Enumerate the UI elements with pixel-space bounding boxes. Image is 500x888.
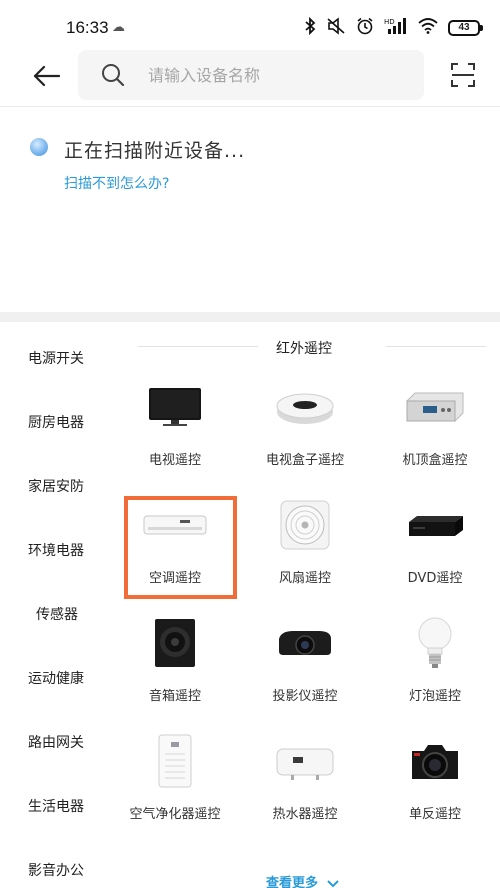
back-arrow-icon bbox=[33, 65, 60, 87]
sidebar-item-label: 环境电器 bbox=[28, 543, 84, 559]
see-more-label: 查看更多 bbox=[266, 876, 319, 888]
alarm-icon bbox=[356, 17, 374, 39]
sidebar-item-label: 家居安防 bbox=[28, 479, 84, 495]
section-line-right bbox=[386, 346, 486, 347]
sidebar-item-label: 传感器 bbox=[36, 607, 78, 623]
search-box[interactable] bbox=[78, 50, 424, 100]
bluetooth-icon bbox=[304, 16, 316, 39]
sidebar-item-sensor[interactable]: 传感器 bbox=[0, 592, 110, 632]
tv-box-icon bbox=[240, 372, 370, 442]
sidebar-item-power-switch[interactable]: 电源开关 bbox=[0, 336, 110, 376]
tv-icon bbox=[110, 372, 240, 442]
status-bar: 16:33 ☁ HD 43 bbox=[0, 0, 500, 56]
sidebar-item-label: 生活电器 bbox=[28, 799, 84, 815]
status-icons: HD 43 bbox=[304, 16, 483, 39]
light-bulb-icon bbox=[370, 608, 500, 678]
chevron-down-icon bbox=[326, 879, 339, 887]
section-line-left bbox=[138, 346, 258, 347]
sidebar-item-kitchen[interactable]: 厨房电器 bbox=[0, 400, 110, 440]
section-title: 红外遥控 bbox=[276, 341, 332, 357]
device-tile-tv-box[interactable]: 电视盒子遥控 bbox=[240, 372, 370, 490]
sidebar-item-router-gateway[interactable]: 路由网关 bbox=[0, 720, 110, 760]
device-label: 热水器遥控 bbox=[272, 807, 338, 822]
sidebar-item-environment[interactable]: 环境电器 bbox=[0, 528, 110, 568]
scan-help-link[interactable]: 扫描不到怎么办? bbox=[64, 173, 169, 193]
device-label: 音箱遥控 bbox=[148, 689, 201, 704]
wifi-icon bbox=[418, 18, 438, 38]
sidebar-item-home-security[interactable]: 家居安防 bbox=[0, 464, 110, 504]
device-tile-water-heater[interactable]: 热水器遥控 bbox=[240, 726, 370, 844]
see-more-link[interactable]: 查看更多 bbox=[266, 872, 339, 888]
category-sidebar: 电源开关 厨房电器 家居安防 环境电器 传感器 运动健康 路由网关 生活电器 影… bbox=[0, 322, 110, 888]
device-label: 灯泡遥控 bbox=[408, 689, 461, 704]
device-tile-dvd[interactable]: DVD遥控 bbox=[370, 490, 500, 608]
sidebar-item-label: 路由网关 bbox=[28, 735, 84, 751]
device-tile-dslr-camera[interactable]: 单反遥控 bbox=[370, 726, 500, 844]
hd-signal-icon: HD bbox=[384, 17, 408, 39]
air-purifier-icon bbox=[110, 726, 240, 796]
device-label: 空气净化器遥控 bbox=[129, 807, 221, 822]
device-tile-air-purifier[interactable]: 空气净化器遥控 bbox=[110, 726, 240, 844]
device-label: 单反遥控 bbox=[408, 807, 461, 822]
device-label: 风扇遥控 bbox=[278, 571, 331, 586]
sidebar-item-av-office[interactable]: 影音办公 bbox=[0, 848, 110, 888]
header-divider bbox=[0, 106, 500, 107]
sidebar-item-label: 影音办公 bbox=[28, 863, 84, 879]
section-header: 红外遥控 bbox=[110, 330, 500, 362]
back-button[interactable] bbox=[28, 58, 64, 94]
cloud-sync-icon: ☁ bbox=[112, 20, 125, 35]
sidebar-item-label: 运动健康 bbox=[28, 671, 84, 687]
device-tile-speaker[interactable]: 音箱遥控 bbox=[110, 608, 240, 726]
device-tile-light-bulb[interactable]: 灯泡遥控 bbox=[370, 608, 500, 726]
device-tile-projector[interactable]: 投影仪遥控 bbox=[240, 608, 370, 726]
sidebar-item-label: 厨房电器 bbox=[28, 415, 84, 431]
sidebar-item-life-appliance[interactable]: 生活电器 bbox=[0, 784, 110, 824]
selection-highlight bbox=[124, 496, 237, 599]
search-input[interactable] bbox=[148, 63, 408, 87]
scan-icon bbox=[451, 63, 475, 87]
fan-icon bbox=[240, 490, 370, 560]
water-heater-icon bbox=[240, 726, 370, 796]
dvd-player-icon bbox=[370, 490, 500, 560]
device-tile-set-top-box[interactable]: 机顶盒遥控 bbox=[370, 372, 500, 490]
device-label: 电视盒子遥控 bbox=[265, 453, 344, 468]
dslr-camera-icon bbox=[370, 726, 500, 796]
section-divider bbox=[0, 312, 500, 322]
device-tile-fan[interactable]: 风扇遥控 bbox=[240, 490, 370, 608]
search-icon bbox=[102, 64, 125, 87]
speaker-icon bbox=[110, 608, 240, 678]
device-label: DVD遥控 bbox=[407, 571, 463, 586]
svg-text:HD: HD bbox=[384, 18, 395, 26]
scanning-indicator-icon bbox=[30, 138, 48, 156]
projector-icon bbox=[240, 608, 370, 678]
status-time: 16:33 bbox=[66, 18, 109, 37]
device-label: 机顶盒遥控 bbox=[402, 453, 468, 468]
set-top-box-icon bbox=[370, 372, 500, 442]
sidebar-item-sport-health[interactable]: 运动健康 bbox=[0, 656, 110, 696]
scan-status-text: 正在扫描附近设备... bbox=[64, 140, 246, 162]
scan-qr-button[interactable] bbox=[450, 62, 476, 88]
sidebar-item-label: 电源开关 bbox=[28, 351, 84, 367]
device-tile-tv[interactable]: 电视遥控 bbox=[110, 372, 240, 490]
device-label: 电视遥控 bbox=[148, 453, 201, 468]
device-label: 投影仪遥控 bbox=[272, 689, 338, 704]
mute-icon bbox=[326, 17, 346, 39]
battery-icon: 43 bbox=[448, 20, 483, 36]
